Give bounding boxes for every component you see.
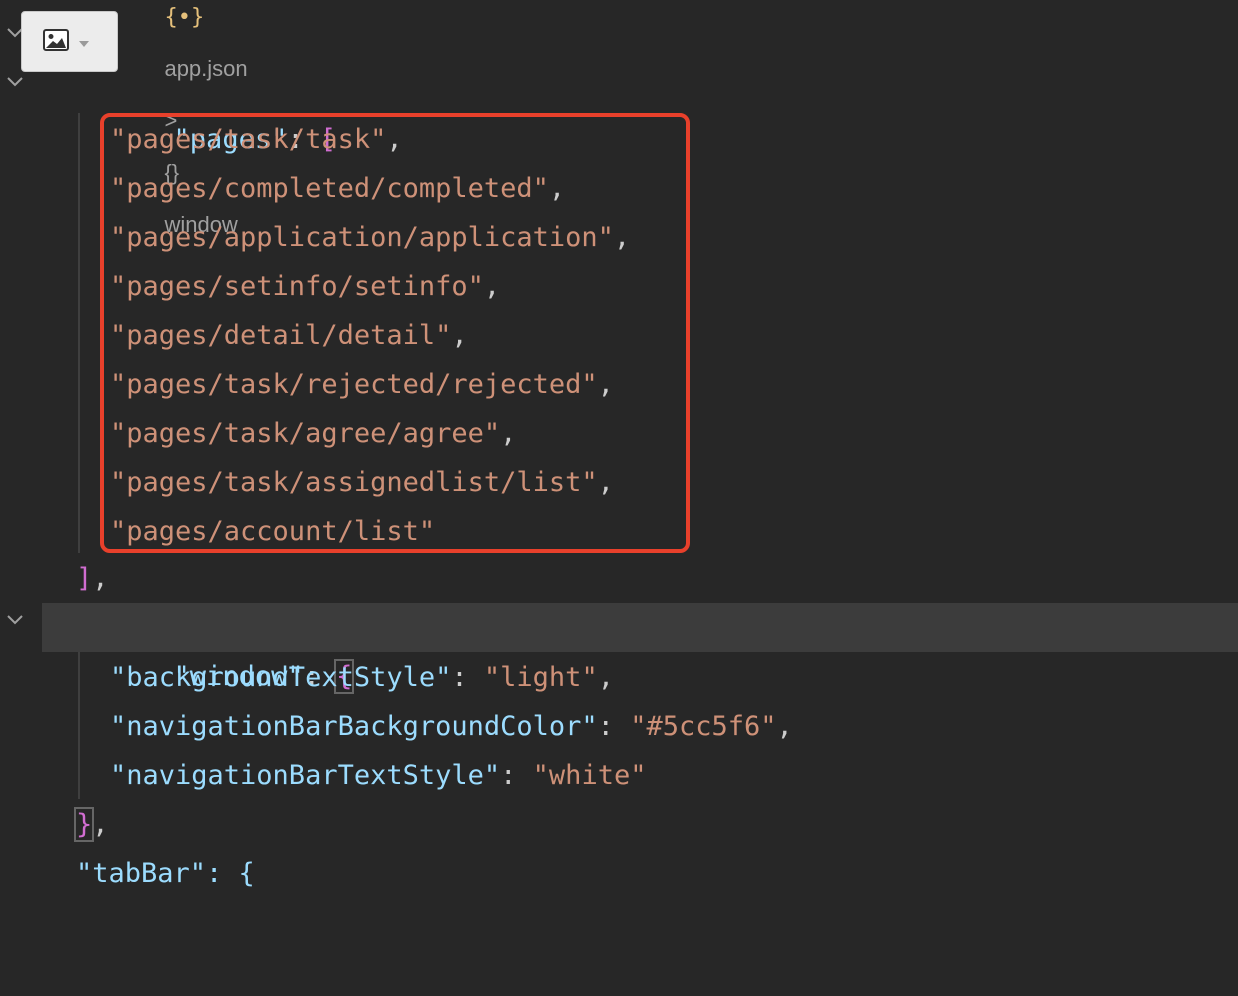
colon: : [597,711,614,742]
window-entry-key: "backgroundTextStyle" [110,662,452,693]
comma: , [597,662,614,693]
close-brace: } [73,807,95,842]
colon: : [451,662,468,693]
colon: : [500,760,517,791]
code-line-close-brace[interactable]: }, [0,800,1238,849]
comma: , [92,809,109,840]
code-line-window-entry[interactable]: "backgroundTextStyle": "light", [0,653,1238,702]
code-line-close-bracket[interactable]: ], [0,554,1238,603]
code-editor[interactable]: {•} app.json > {} window "window": { "pa… [0,0,1238,889]
highlight-annotation-box [100,113,690,553]
image-icon [43,28,69,55]
caret-down-icon[interactable] [79,32,89,51]
code-line-window-entry[interactable]: "navigationBarBackgroundColor": "#5cc5f6… [0,702,1238,751]
breadcrumb: {•} app.json > {} window [140,0,247,237]
code-line-pages[interactable]: "pages": [ [0,66,1238,155]
window-entry-key: "navigationBarTextStyle" [110,760,501,791]
window-entry-value: "white" [532,760,647,791]
close-bracket: ] [76,563,93,594]
code-line-partial[interactable]: "tabBar": { [0,849,1238,898]
code-line-window[interactable]: "window": { [42,603,1238,694]
partial-next-key: "tabBar": { [76,858,255,889]
json-file-icon: {•} [164,5,205,30]
window-entry-value: "light" [483,662,598,693]
code-line-window-entry[interactable]: "navigationBarTextStyle": "white" [0,751,1238,800]
comma: , [776,711,793,742]
paste-image-button[interactable] [21,11,118,72]
window-entry-value: "#5cc5f6" [630,711,777,742]
comma: , [92,563,109,594]
window-entry-key: "navigationBarBackgroundColor" [110,711,598,742]
